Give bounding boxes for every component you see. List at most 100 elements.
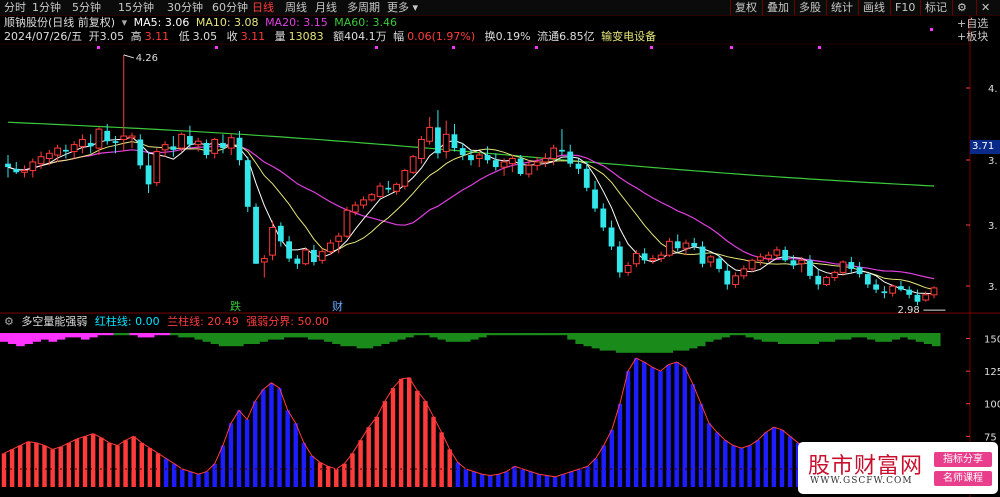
candle-body	[286, 241, 293, 259]
candle-body	[592, 189, 598, 209]
strength-band-bar	[534, 333, 544, 336]
candle-body	[773, 249, 781, 256]
candle-body	[426, 126, 434, 142]
strength-band-bar	[486, 333, 495, 336]
tab-5min[interactable]: 5分钟	[72, 0, 101, 15]
mark-button[interactable]: 标记	[920, 0, 947, 15]
strength-band-bar	[567, 333, 576, 340]
candle-body	[128, 135, 136, 139]
candle-body	[906, 289, 913, 295]
tab-intraday[interactable]: 分时	[4, 0, 26, 15]
candle-body	[435, 127, 441, 154]
strength-band-bar	[826, 333, 836, 342]
statistics-button[interactable]: 统计	[826, 0, 853, 15]
strength-band-bar	[834, 333, 844, 340]
strength-band-bar	[510, 333, 520, 336]
strength-band-bar	[178, 333, 187, 338]
candle-body	[368, 194, 376, 201]
strength-band-bar	[210, 333, 220, 344]
strength-band-bar	[721, 333, 730, 338]
strength-band-bar	[502, 333, 512, 336]
strength-band-bar	[421, 333, 430, 336]
divider-label: 强弱分界: 50.00	[246, 315, 329, 328]
candle-body	[798, 259, 806, 265]
strength-band-bar	[632, 333, 641, 353]
candle-body	[351, 204, 359, 213]
strength-band-bar	[883, 333, 892, 342]
strength-band-bar	[810, 333, 819, 344]
candle-body	[691, 243, 698, 247]
candle-body	[765, 254, 773, 260]
strength-band-bar	[307, 333, 317, 340]
candle-body	[666, 240, 673, 256]
strength-band-bar	[105, 333, 114, 336]
strength-band-bar	[769, 333, 779, 342]
high-price-mark: 4.26	[136, 53, 158, 64]
strength-band-bar	[923, 333, 933, 344]
current-price-axis-box: 3.71	[970, 140, 1000, 154]
add-sector-button[interactable]: +板块	[957, 30, 988, 43]
candle-body	[269, 227, 276, 256]
strength-band-bar	[113, 333, 123, 336]
candle-body	[253, 206, 259, 264]
tab-multi-period[interactable]: 多周期	[347, 0, 380, 15]
ma60-label: MA60: 3.46	[334, 16, 397, 29]
candle-body	[525, 164, 533, 175]
strength-band-bar	[591, 333, 601, 349]
info-dot	[818, 46, 821, 49]
strength-band-bar	[753, 333, 763, 340]
tab-monthly[interactable]: 月线	[315, 0, 337, 15]
tab-1min[interactable]: 1分钟	[32, 0, 61, 15]
tab-weekly[interactable]: 周线	[285, 0, 307, 15]
ma10-label: MA10: 3.08	[195, 16, 259, 29]
tab-60min[interactable]: 60分钟	[212, 0, 248, 15]
gear-icon[interactable]: ⚙	[952, 0, 967, 15]
strength-band-bar	[729, 333, 738, 336]
strength-band-bar	[16, 333, 25, 347]
tab-daily[interactable]: 日线	[252, 0, 274, 15]
quote-close: 收 3.11	[227, 30, 269, 43]
strength-band-bar	[218, 333, 228, 347]
tab-15min[interactable]: 15分钟	[118, 0, 154, 15]
change-label: 幅	[393, 30, 405, 43]
strength-band-bar	[291, 333, 301, 338]
settings-dropdown-icon[interactable]: ▾	[122, 16, 128, 29]
close-icon[interactable]: ✕	[976, 0, 990, 15]
candle-body	[451, 134, 458, 149]
adjust-button[interactable]: 复权	[730, 0, 757, 15]
stock-chart: 4.3.3.3.4.262.98跌财1501251007550	[0, 16, 1000, 497]
strength-band-bar	[599, 333, 609, 351]
overlay-button[interactable]: 叠加	[762, 0, 789, 15]
strength-band-bar	[875, 333, 884, 342]
candle-body	[624, 264, 632, 273]
strength-band-bar	[48, 333, 58, 342]
quote-high: 高 3.11	[131, 30, 173, 43]
indicator-menu-icon[interactable]: ⚙	[4, 315, 14, 328]
indicator-tick-label: 125	[984, 367, 1000, 378]
strength-band-bar	[170, 333, 179, 336]
tab-30min[interactable]: 30分钟	[167, 0, 203, 15]
add-watchlist-button[interactable]: +自选	[957, 17, 988, 30]
strength-band-bar	[413, 333, 422, 336]
strength-band-bar	[526, 333, 536, 336]
volume-value: 13083	[288, 30, 324, 43]
draw-line-button[interactable]: 画线	[858, 0, 885, 15]
multi-stock-button[interactable]: 多股	[794, 0, 821, 15]
quote-info-line: 2024/07/26/五 开3.05 高 3.11 低 3.05 收 3.11 量 13…	[4, 30, 659, 44]
candle-body	[277, 225, 284, 242]
candle-body	[79, 138, 86, 147]
candle-body	[930, 287, 938, 296]
candle-body	[674, 241, 681, 249]
quote-industry[interactable]: 输变电设备	[601, 30, 656, 43]
candle-body	[203, 142, 210, 156]
strength-band-bar	[72, 333, 82, 338]
candle-body	[815, 275, 822, 285]
candle-body	[831, 271, 839, 279]
f10-button[interactable]: F10	[890, 0, 915, 15]
candle-body	[732, 275, 739, 285]
strength-band-bar	[648, 333, 657, 353]
quote-amount: 额404.1万	[333, 30, 387, 43]
candle-body	[5, 163, 11, 168]
tab-more[interactable]: 更多 ▾	[387, 0, 418, 15]
candle-body	[13, 168, 20, 173]
